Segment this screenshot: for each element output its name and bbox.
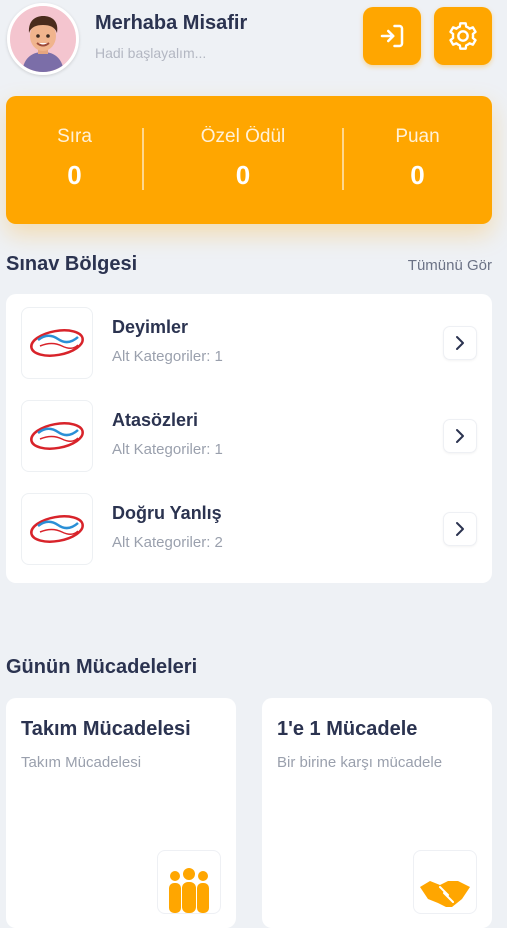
greeting-subtitle: Hadi başlayalım... [95, 45, 207, 61]
list-item-dogru-yanlis[interactable]: Doğru Yanlış Alt Kategoriler: 2 [6, 483, 492, 573]
challenge-card-team[interactable]: Takım Mücadelesi Takım Mücadelesi [6, 698, 236, 928]
list-item-deyimler[interactable]: Deyimler Alt Kategoriler: 1 [6, 297, 492, 387]
exam-list: Deyimler Alt Kategoriler: 1 Atasözleri A… [6, 294, 492, 583]
login-button[interactable] [363, 7, 421, 65]
stat-special-award: Özel Ödül 0 [143, 96, 343, 224]
gear-icon [449, 22, 477, 50]
handshake-icon [413, 850, 477, 914]
stat-rank-label: Sıra [57, 126, 92, 147]
item-subtitle: Alt Kategoriler: 1 [112, 348, 223, 365]
stat-rank: Sıra 0 [6, 96, 143, 224]
stat-points-value: 0 [410, 160, 425, 190]
chevron-right-icon[interactable] [443, 326, 477, 360]
header: Merhaba Misafir Hadi başlayalım... [0, 0, 507, 80]
category-logo-icon [21, 307, 93, 379]
list-item-atasozleri[interactable]: Atasözleri Alt Kategoriler: 1 [6, 390, 492, 480]
item-title: Doğru Yanlış [112, 503, 222, 523]
stat-points: Puan 0 [343, 96, 492, 224]
item-title: Atasözleri [112, 410, 199, 430]
challenge-subtitle: Bir birine karşı mücadele [277, 754, 443, 771]
category-logo-icon [21, 493, 93, 565]
stat-points-label: Puan [395, 126, 440, 147]
item-title: Deyimler [112, 317, 189, 337]
challenge-card-one-on-one[interactable]: 1'e 1 Mücadele Bir birine karşı mücadele [262, 698, 492, 928]
chevron-right-icon[interactable] [443, 419, 477, 453]
see-all-link[interactable]: Tümünü Gör [408, 257, 492, 274]
chevron-right-icon[interactable] [443, 512, 477, 546]
avatar[interactable] [7, 3, 79, 75]
challenges-section-title: Günün Mücadeleleri [6, 656, 198, 678]
stat-special-award-label: Özel Ödül [200, 126, 286, 147]
exam-section-title: Sınav Bölgesi [6, 253, 138, 275]
challenge-subtitle: Takım Mücadelesi [21, 754, 142, 771]
item-subtitle: Alt Kategoriler: 2 [112, 534, 223, 551]
user-avatar-icon [10, 6, 76, 72]
login-icon [380, 24, 404, 48]
challenge-title: 1'e 1 Mücadele [277, 718, 418, 740]
item-subtitle: Alt Kategoriler: 1 [112, 441, 223, 458]
team-icon [157, 850, 221, 914]
challenge-title: Takım Mücadelesi [21, 718, 191, 740]
settings-button[interactable] [434, 7, 492, 65]
greeting-title: Merhaba Misafir [95, 12, 248, 34]
stat-special-award-value: 0 [235, 160, 251, 190]
category-logo-icon [21, 400, 93, 472]
stat-rank-value: 0 [67, 160, 82, 190]
stats-panel: Sıra 0 Özel Ödül 0 Puan 0 [6, 96, 492, 224]
